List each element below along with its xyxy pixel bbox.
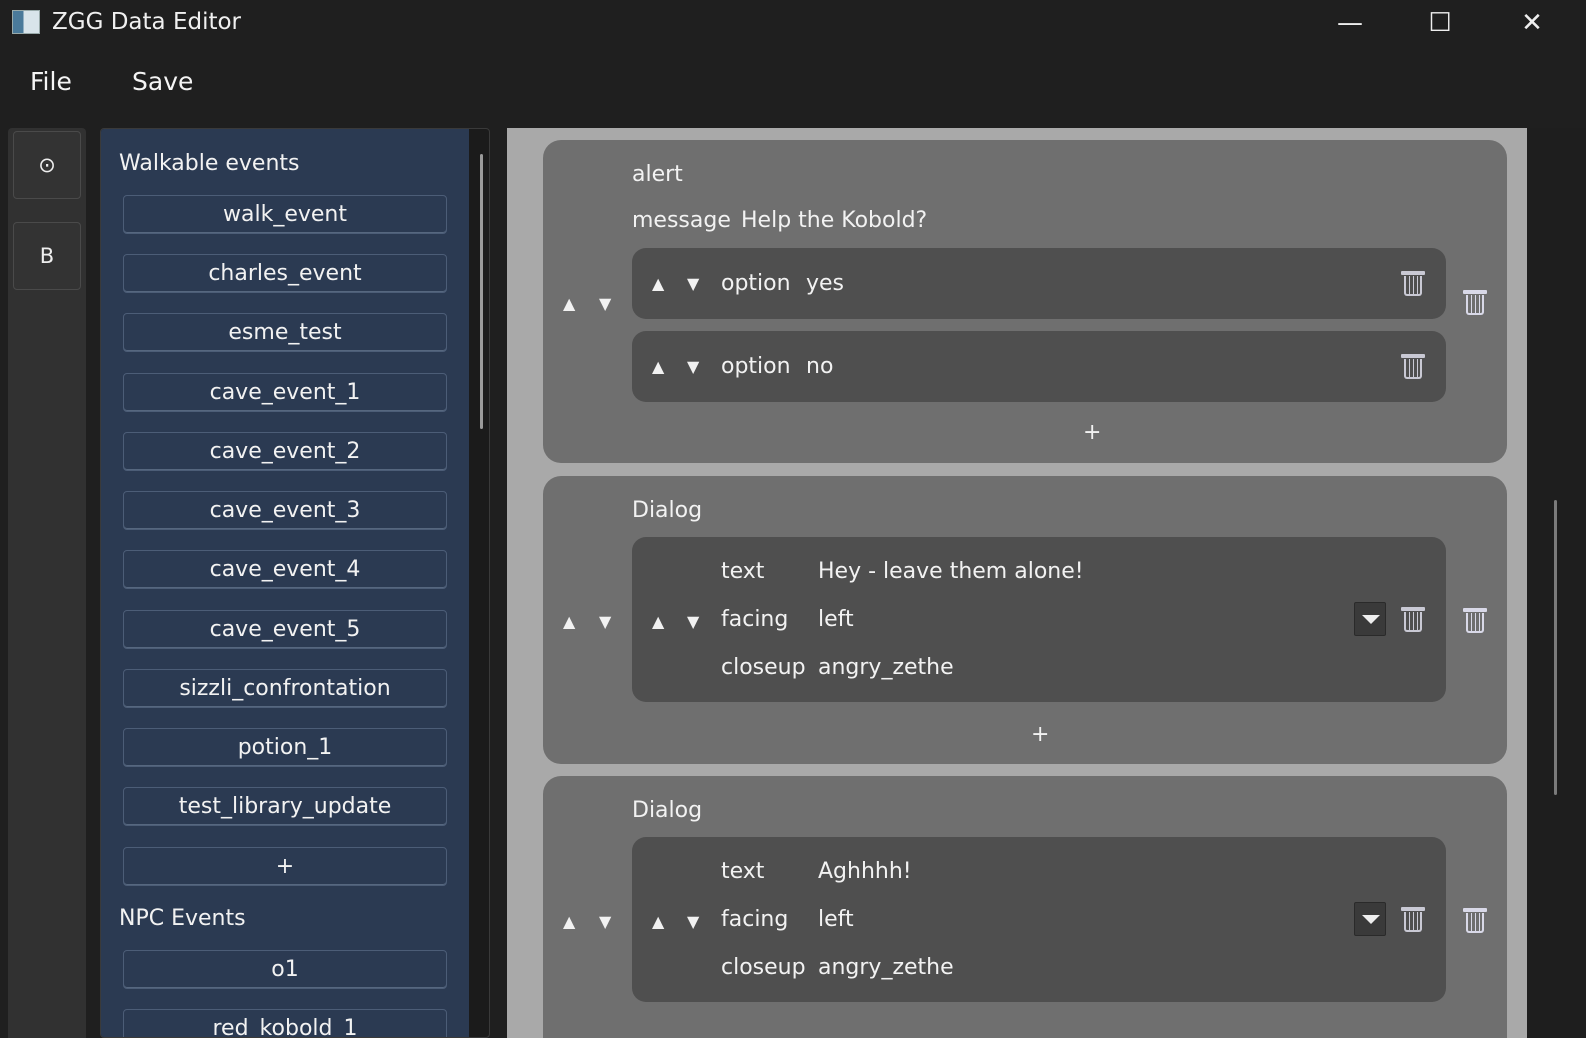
app-icon [12, 10, 40, 34]
rail-button-target-icon[interactable]: ⊙ [13, 131, 81, 199]
step-reorder: ▲ ▼ [563, 292, 623, 316]
facing-dropdown[interactable] [1354, 902, 1386, 936]
left-rail: ⊙ B [8, 128, 86, 1038]
move-up-icon[interactable]: ▲ [563, 292, 575, 316]
move-up-icon[interactable]: ▲ [652, 610, 664, 634]
delete-step-trash-icon[interactable] [1463, 288, 1487, 316]
event-button[interactable]: esme_test [123, 313, 447, 352]
facing-key: facing [721, 607, 789, 632]
editor-scrollbar[interactable] [1554, 500, 1557, 795]
event-button[interactable]: cave_event_3 [123, 491, 447, 530]
message-value[interactable]: Help the Kobold? [741, 208, 927, 233]
rail-button-b[interactable]: B [13, 222, 81, 290]
event-button[interactable]: red_kobold_1 [123, 1009, 447, 1037]
event-button[interactable]: walk_event [123, 195, 447, 234]
message-key: message [632, 208, 731, 233]
menu-file[interactable]: File [30, 67, 72, 96]
move-down-icon[interactable]: ▼ [687, 910, 699, 934]
events-sidebar: Walkable events walk_event charles_event… [100, 128, 490, 1038]
move-up-icon[interactable]: ▲ [652, 355, 664, 379]
closeup-value[interactable]: angry_zethe [818, 655, 954, 680]
move-up-icon[interactable]: ▲ [652, 272, 664, 296]
move-up-icon[interactable]: ▲ [563, 610, 575, 634]
delete-step-trash-icon[interactable] [1463, 906, 1487, 934]
move-down-icon[interactable]: ▼ [599, 910, 611, 934]
move-down-icon[interactable]: ▼ [687, 355, 699, 379]
dialog-step-card: Dialog ▲ ▼ text Aghhhh! ▲ ▼ facing left … [543, 776, 1507, 1038]
text-value[interactable]: Hey - leave them alone! [818, 559, 1084, 584]
step-reorder: ▲ ▼ [563, 610, 623, 634]
closeup-value[interactable]: angry_zethe [818, 955, 954, 980]
option-key: option [721, 271, 791, 296]
window-title: ZGG Data Editor [52, 9, 242, 35]
chevron-down-icon [1362, 615, 1380, 624]
text-key: text [721, 559, 765, 584]
step-type-label: alert [632, 162, 683, 187]
event-button[interactable]: charles_event [123, 254, 447, 293]
move-up-icon[interactable]: ▲ [563, 910, 575, 934]
delete-line-trash-icon[interactable] [1401, 605, 1425, 633]
facing-key: facing [721, 907, 789, 932]
event-button[interactable]: test_library_update [123, 787, 447, 826]
event-button[interactable]: cave_event_4 [123, 550, 447, 589]
facing-dropdown[interactable] [1354, 602, 1386, 636]
option-value[interactable]: no [806, 354, 833, 379]
event-button[interactable]: cave_event_1 [123, 373, 447, 412]
sidebar-scrollbar[interactable] [480, 154, 483, 429]
dialog-step-card: Dialog ▲ ▼ text Hey - leave them alone! … [543, 476, 1507, 764]
step-reorder: ▲ ▼ [563, 910, 623, 934]
facing-value[interactable]: left [818, 907, 854, 932]
add-walkable-event-button[interactable]: + [123, 847, 447, 886]
npc-events-heading: NPC Events [119, 906, 246, 931]
option-key: option [721, 354, 791, 379]
delete-line-trash-icon[interactable] [1401, 905, 1425, 933]
move-up-icon[interactable]: ▲ [652, 910, 664, 934]
maximize-button[interactable]: ☐ [1400, 0, 1480, 46]
event-button[interactable]: potion_1 [123, 728, 447, 767]
option-value[interactable]: yes [806, 271, 844, 296]
move-down-icon[interactable]: ▼ [599, 610, 611, 634]
alert-step-card: alert message Help the Kobold? ▲ ▼ ▲ ▼ o… [543, 140, 1507, 463]
event-button[interactable]: cave_event_2 [123, 432, 447, 471]
step-type-label: Dialog [632, 498, 703, 523]
close-button[interactable]: ✕ [1492, 0, 1572, 46]
move-down-icon[interactable]: ▼ [599, 292, 611, 316]
title-bar: ZGG Data Editor — ☐ ✕ [0, 0, 1586, 46]
delete-option-trash-icon[interactable] [1401, 269, 1425, 297]
closeup-key: closeup [721, 655, 806, 680]
walkable-events-heading: Walkable events [119, 151, 300, 176]
option-row: ▲ ▼ option no [632, 331, 1446, 402]
closeup-key: closeup [721, 955, 806, 980]
event-button[interactable]: cave_event_5 [123, 610, 447, 649]
delete-step-trash-icon[interactable] [1463, 606, 1487, 634]
text-value[interactable]: Aghhhh! [818, 859, 912, 884]
chevron-down-icon [1362, 915, 1380, 924]
event-editor: alert message Help the Kobold? ▲ ▼ ▲ ▼ o… [507, 128, 1527, 1038]
delete-option-trash-icon[interactable] [1401, 352, 1425, 380]
events-list: Walkable events walk_event charles_event… [101, 129, 469, 1037]
facing-value[interactable]: left [818, 607, 854, 632]
minimize-button[interactable]: — [1310, 0, 1390, 46]
event-button[interactable]: o1 [123, 950, 447, 989]
event-button[interactable]: sizzli_confrontation [123, 669, 447, 708]
option-row: ▲ ▼ option yes [632, 248, 1446, 319]
add-option-button[interactable]: + [1083, 420, 1101, 445]
add-line-button[interactable]: + [1031, 722, 1049, 747]
text-key: text [721, 859, 765, 884]
menu-save[interactable]: Save [132, 67, 193, 96]
menu-bar: File Save [0, 50, 1586, 120]
dialog-line: text Aghhhh! ▲ ▼ facing left closeup ang… [632, 837, 1446, 1002]
dialog-line: text Hey - leave them alone! ▲ ▼ facing … [632, 537, 1446, 702]
step-type-label: Dialog [632, 798, 703, 823]
move-down-icon[interactable]: ▼ [687, 610, 699, 634]
move-down-icon[interactable]: ▼ [687, 272, 699, 296]
